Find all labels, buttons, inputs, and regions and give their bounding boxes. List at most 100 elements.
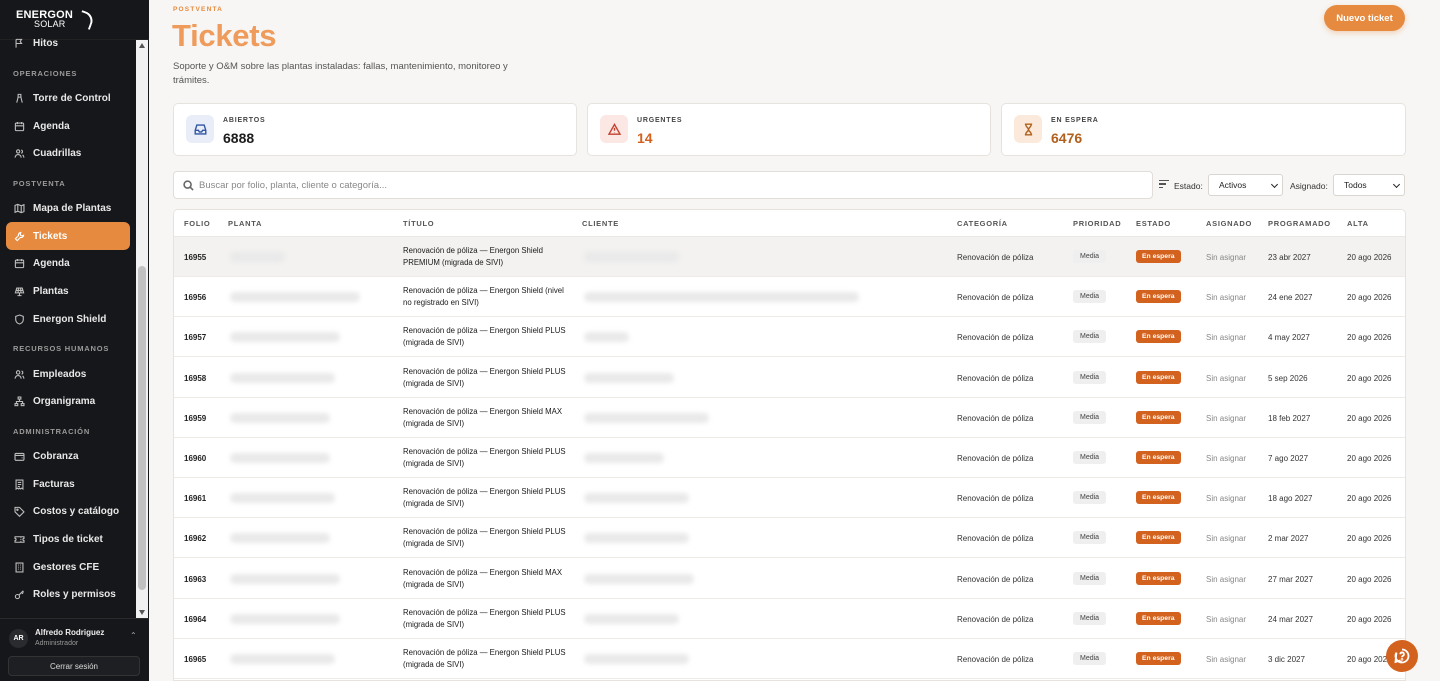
table-row[interactable]: 16959 Renovación de póliza — Energon Shi…: [174, 398, 1405, 438]
row-title: Renovación de póliza — Energon Shield PL…: [403, 447, 566, 468]
priority-badge: Media: [1073, 571, 1107, 585]
page-scroll-rail[interactable]: [1427, 0, 1440, 681]
new-ticket-button[interactable]: Nuevo ticket: [1324, 5, 1405, 31]
sidebar-item-cuadrillas[interactable]: Cuadrillas: [6, 140, 130, 168]
search-icon: [183, 180, 194, 191]
sidebar-item-energon-shield[interactable]: Energon Shield: [6, 306, 130, 334]
row-scheduled: 18 feb 2027: [1268, 413, 1311, 423]
row-title: Renovación de póliza — Energon Shield PR…: [403, 246, 544, 267]
column-header[interactable]: ASIGNADO: [1206, 219, 1252, 228]
row-created: 20 ago 2026: [1347, 574, 1392, 584]
table-row[interactable]: 16965 Renovación de póliza — Energon Shi…: [174, 639, 1405, 679]
sidebar-item-roles-y-permisos[interactable]: Roles y permisos: [6, 581, 130, 609]
shield-icon: [15, 314, 24, 325]
sidebar-item-facturas[interactable]: Facturas: [6, 470, 130, 498]
column-header[interactable]: ALTA: [1347, 219, 1369, 228]
cliente-redacted: [584, 292, 859, 303]
column-header[interactable]: CATEGORÍA: [957, 219, 1008, 228]
row-assigned: Sin asignar: [1206, 253, 1247, 262]
column-header[interactable]: PLANTA: [228, 219, 262, 228]
table-row[interactable]: 16963 Renovación de póliza — Energon Shi…: [174, 559, 1405, 599]
table-row[interactable]: 16962 Renovación de póliza — Energon Shi…: [174, 518, 1405, 559]
sidebar-item-agenda[interactable]: Agenda: [6, 112, 130, 140]
sidebar-item-label: Energon Shield: [33, 313, 107, 325]
table-row[interactable]: 16957 Renovación de póliza — Energon Shi…: [174, 317, 1405, 358]
sidebar-item-hitos[interactable]: Hitos: [6, 30, 130, 58]
sidebar-item-label: Mapa de Plantas: [33, 203, 112, 215]
chevron-up-icon[interactable]: ⌃: [130, 631, 137, 640]
sidebar-item-label: Costos y catálogo: [33, 506, 120, 518]
column-header[interactable]: CLIENTE: [582, 219, 619, 228]
row-scheduled: 3 dic 2027: [1268, 655, 1305, 664]
sidebar-item-plantas[interactable]: Plantas: [6, 278, 130, 306]
search-box[interactable]: [173, 171, 1153, 199]
row-created: 20 ago 2026: [1347, 614, 1392, 624]
tickets-table: FOLIO PLANTA TÍTULO CLIENTE CATEGORÍA PRIORID…: [173, 209, 1406, 681]
scroll-up-icon[interactable]: [139, 43, 145, 48]
row-created: 20 ago 2026: [1347, 655, 1392, 664]
help-button[interactable]: [1386, 640, 1418, 672]
table-row[interactable]: 16956 Renovación de póliza — Energon Shi…: [174, 277, 1405, 318]
cliente-redacted: [584, 372, 674, 383]
wrench-icon: [14, 231, 25, 242]
row-scheduled: 7 ago 2027: [1268, 454, 1309, 463]
column-header[interactable]: FOLIO: [184, 219, 210, 228]
sidebar-nav: Hitos OPERACIONES Torre de Control Agenda Cu…: [0, 30, 136, 616]
column-header[interactable]: ESTADO: [1136, 219, 1171, 228]
sidebar-item-tipos-de-ticket[interactable]: Tipos de ticket: [6, 526, 130, 554]
column-header[interactable]: PRIORIDAD: [1073, 219, 1121, 228]
search-input[interactable]: [199, 177, 1139, 194]
row-folio: 16956: [184, 293, 207, 303]
sidebar-scroll-thumb[interactable]: [138, 266, 146, 590]
scroll-down-icon[interactable]: [139, 610, 145, 615]
sidebar-item-tickets[interactable]: Tickets: [6, 222, 130, 251]
row-assigned: Sin asignar: [1206, 413, 1247, 423]
asignado-select[interactable]: Todos: [1333, 174, 1405, 196]
sidebar-item-gestores-cfe[interactable]: Gestores CFE: [6, 553, 130, 581]
logout-button[interactable]: Cerrar sesión: [8, 656, 140, 676]
column-header[interactable]: PROGRAMADO: [1268, 219, 1331, 228]
page-title: Tickets: [172, 18, 277, 53]
sidebar-item-torre-de-control[interactable]: Torre de Control: [6, 85, 130, 113]
stat-label: EN ESPERA: [1051, 117, 1099, 124]
sidebar-item-label: Cobranza: [33, 450, 79, 462]
user-role: Administrador: [35, 640, 79, 647]
row-folio: 16955: [184, 253, 207, 262]
sidebar-item-cobranza[interactable]: Cobranza: [6, 443, 130, 471]
building-icon: [15, 562, 24, 573]
sidebar-item-label: Torre de Control: [33, 93, 111, 105]
avatar[interactable]: AR: [9, 629, 28, 648]
planta-redacted: [230, 372, 335, 383]
table-row[interactable]: 16955 Renovación de póliza — Energon Shi…: [174, 237, 1405, 277]
status-badge: En espera: [1136, 652, 1181, 665]
sidebar-item-agenda[interactable]: Agenda: [6, 250, 130, 278]
row-title: Renovación de póliza — Energon Shield PL…: [403, 648, 566, 669]
sidebar-item-mapa-de-plantas[interactable]: Mapa de Plantas: [6, 195, 130, 223]
brand-mark-icon: [76, 9, 96, 30]
sidebar-item-costos-y-catalogo[interactable]: Costos y catálogo: [6, 498, 130, 526]
row-title: Renovación de póliza — Energon Shield (n…: [403, 286, 564, 308]
table-row[interactable]: 16964 Renovación de póliza — Energon Shi…: [174, 599, 1405, 639]
key-icon: [14, 590, 25, 600]
cliente-redacted: [584, 412, 709, 423]
sidebar-item-empleados[interactable]: Empleados: [6, 360, 130, 388]
inbox-icon: [194, 123, 206, 135]
priority-badge: Media: [1073, 370, 1107, 384]
brand-line2: SOLAR: [34, 18, 66, 29]
table-row[interactable]: 16960 Renovación de póliza — Energon Shi…: [174, 438, 1405, 478]
table-header: FOLIO PLANTA TÍTULO CLIENTE CATEGORÍA PRIORID…: [174, 210, 1405, 237]
table-row[interactable]: 16958 Renovación de póliza — Energon Shi…: [174, 358, 1405, 398]
sidebar-item-departamentos-y[interactable]: Departamentos y: [6, 609, 130, 616]
sidebar-item-label: Cuadrillas: [33, 148, 82, 160]
sidebar-scrollbar[interactable]: [136, 40, 148, 618]
stat-label: URGENTES: [637, 117, 683, 124]
column-header[interactable]: TÍTULO: [403, 219, 434, 228]
planta-redacted: [230, 332, 340, 343]
table-row[interactable]: 16961 Renovación de póliza — Energon Shi…: [174, 478, 1405, 519]
row-created: 20 ago 2026: [1347, 253, 1392, 262]
estado-select[interactable]: Activos: [1208, 174, 1283, 196]
row-folio: 16960: [184, 454, 207, 463]
wallet-icon: [14, 452, 25, 461]
planta-redacted: [230, 412, 330, 423]
sidebar-item-organigrama[interactable]: Organigrama: [6, 388, 130, 416]
